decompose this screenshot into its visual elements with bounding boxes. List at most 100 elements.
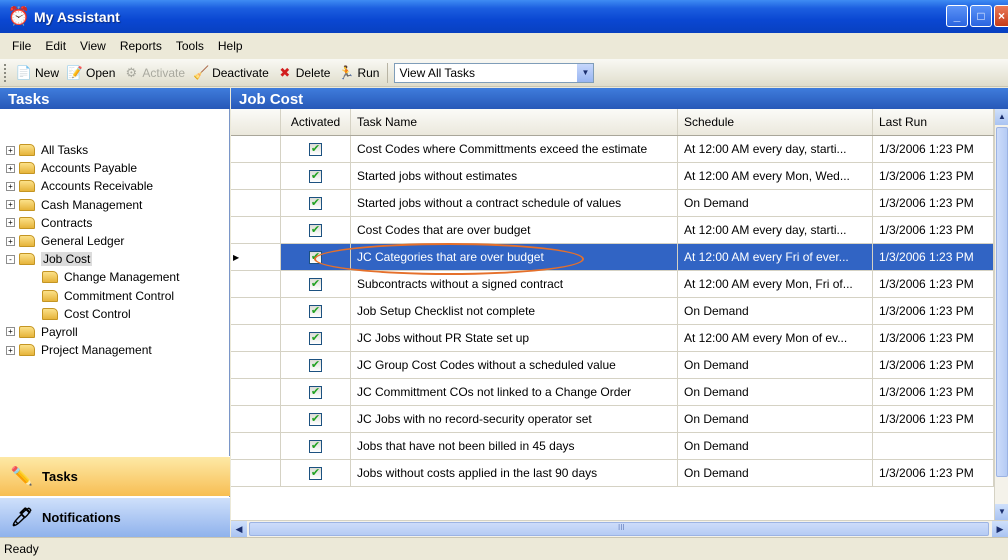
activated-checkbox[interactable]: ✔ (309, 439, 322, 453)
table-row[interactable]: ✔ JC Jobs without PR State set up At 12:00… (231, 325, 994, 352)
row-selector[interactable] (231, 325, 281, 351)
expand-icon[interactable]: + (6, 327, 15, 337)
folder-icon (19, 253, 35, 266)
expand-icon[interactable]: + (6, 218, 15, 228)
activated-checkbox[interactable]: ✔ (309, 358, 322, 372)
table-row[interactable]: ✔ Started jobs without estimates At 12:00 … (231, 163, 994, 190)
column-schedule[interactable]: Schedule (678, 109, 873, 135)
scroll-left-icon[interactable]: ◀ (231, 521, 247, 537)
run-button[interactable]: 🏃 Run (334, 62, 383, 84)
activated-checkbox[interactable]: ✔ (309, 169, 322, 183)
row-selector[interactable] (231, 163, 281, 189)
nav-notifications-button[interactable]: 🖊 Notifications (0, 497, 230, 537)
expand-icon[interactable]: + (6, 200, 15, 210)
activated-checkbox[interactable]: ✔ (309, 331, 322, 345)
row-selector[interactable] (231, 352, 281, 378)
new-button[interactable]: 📄 New (12, 62, 63, 84)
expand-icon[interactable]: + (6, 345, 15, 355)
table-row[interactable]: ▶ ✔ JC Categories that are over budget At 1… (231, 244, 994, 271)
activate-label: Activate (142, 65, 186, 80)
tree-item[interactable]: Cost Control (0, 305, 230, 323)
title-bar: ⏰ My Assistant _ □ × (0, 0, 1008, 33)
close-button[interactable]: × (994, 5, 1008, 27)
nav-tasks-button[interactable]: ✏️ Tasks (0, 456, 230, 496)
table-row[interactable]: ✔ JC Committment COs not linked to a Chan… (231, 379, 994, 406)
scroll-down-icon[interactable]: ▼ (995, 504, 1008, 520)
tree-item[interactable]: + Accounts Receivable (0, 177, 230, 195)
table-row[interactable]: ✔ Jobs that have not been billed in 45 da… (231, 433, 994, 460)
menu-view[interactable]: View (74, 39, 114, 53)
folder-icon (42, 289, 58, 302)
expand-icon[interactable]: + (6, 163, 15, 173)
row-selector[interactable]: ▶ (231, 244, 281, 270)
table-row[interactable]: ✔ Job Setup Checklist not complete On Dema… (231, 298, 994, 325)
menu-help[interactable]: Help (212, 39, 251, 53)
row-selector[interactable] (231, 217, 281, 243)
activated-checkbox[interactable]: ✔ (309, 385, 322, 399)
deactivate-button[interactable]: 🧹 Deactivate (189, 62, 273, 84)
table-row[interactable]: ✔ Started jobs without a contract schedul… (231, 190, 994, 217)
menu-edit[interactable]: Edit (39, 39, 74, 53)
activated-checkbox[interactable]: ✔ (309, 223, 322, 237)
column-task-name[interactable]: Task Name (351, 109, 678, 135)
row-selector-header[interactable] (231, 109, 281, 135)
menu-tools[interactable]: Tools (170, 39, 212, 53)
row-selector[interactable] (231, 379, 281, 405)
row-selector[interactable] (231, 190, 281, 216)
deactivate-icon: 🧹 (192, 64, 210, 80)
row-selector[interactable] (231, 271, 281, 297)
column-last-run[interactable]: Last Run (873, 109, 994, 135)
table-row[interactable]: ✔ Cost Codes that are over budget At 12:00… (231, 217, 994, 244)
minimize-button[interactable]: _ (946, 5, 968, 27)
scroll-right-icon[interactable]: ▶ (992, 521, 1008, 537)
tree-item[interactable]: + All Tasks (0, 141, 230, 159)
scroll-up-icon[interactable]: ▲ (995, 109, 1008, 125)
table-row[interactable]: ✔ JC Group Cost Codes without a scheduled… (231, 352, 994, 379)
table-row[interactable]: ✔ Jobs without costs applied in the last … (231, 460, 994, 487)
tree-item[interactable]: + Project Management (0, 341, 230, 359)
row-selector[interactable] (231, 136, 281, 162)
row-selector[interactable] (231, 460, 281, 486)
menu-reports[interactable]: Reports (114, 39, 170, 53)
toolbar-grip[interactable] (4, 63, 8, 82)
delete-button[interactable]: ✖ Delete (273, 62, 335, 84)
table-row[interactable]: ✔ Subcontracts without a signed contract A… (231, 271, 994, 298)
row-selector[interactable] (231, 433, 281, 459)
tree-item[interactable]: + Payroll (0, 323, 230, 341)
tree-item[interactable]: - Job Cost (0, 250, 230, 268)
open-button[interactable]: 📝 Open (63, 62, 119, 84)
activated-checkbox[interactable]: ✔ (309, 196, 322, 210)
vertical-scrollbar[interactable]: ▲ ▼ (994, 109, 1008, 520)
activated-checkbox[interactable]: ✔ (309, 277, 322, 291)
tree-item[interactable]: + Accounts Payable (0, 159, 230, 177)
expand-icon[interactable]: + (6, 181, 15, 191)
horizontal-scroll-thumb[interactable]: III (249, 522, 989, 536)
schedule-cell: At 12:00 AM every day, starti... (678, 136, 873, 162)
activated-checkbox[interactable]: ✔ (309, 466, 322, 480)
chevron-down-icon[interactable]: ▼ (577, 63, 594, 82)
row-selector[interactable] (231, 298, 281, 324)
row-selector[interactable] (231, 406, 281, 432)
task-name-cell: Jobs without costs applied in the last 9… (351, 460, 678, 486)
tree-item[interactable]: + Cash Management (0, 196, 230, 214)
tree-item[interactable]: Commitment Control (0, 287, 230, 305)
collapse-icon[interactable]: - (6, 254, 15, 264)
activate-button[interactable]: ⚙ Activate (119, 62, 189, 84)
activated-checkbox[interactable]: ✔ (309, 304, 322, 318)
table-row[interactable]: ✔ Cost Codes where Committments exceed th… (231, 136, 994, 163)
activated-checkbox[interactable]: ✔ (309, 250, 322, 264)
column-activated[interactable]: Activated (281, 109, 351, 135)
expand-icon[interactable]: + (6, 145, 15, 155)
tree-item[interactable]: + Contracts (0, 214, 230, 232)
maximize-button[interactable]: □ (970, 5, 992, 27)
table-row[interactable]: ✔ JC Jobs with no record-security operato… (231, 406, 994, 433)
activated-checkbox[interactable]: ✔ (309, 412, 322, 426)
menu-file[interactable]: File (6, 39, 39, 53)
horizontal-scrollbar[interactable]: ◀ III ▶ (231, 520, 1008, 537)
tree-item[interactable]: + General Ledger (0, 232, 230, 250)
vertical-scroll-thumb[interactable] (996, 127, 1008, 477)
activated-checkbox[interactable]: ✔ (309, 142, 322, 156)
view-filter-dropdown[interactable]: View All Tasks ▼ (394, 62, 595, 83)
tree-item[interactable]: Change Management (0, 268, 230, 286)
expand-icon[interactable]: + (6, 236, 15, 246)
